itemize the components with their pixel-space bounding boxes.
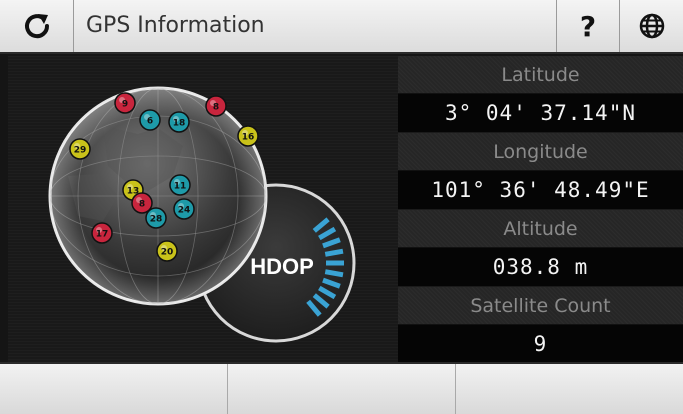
globe-button[interactable] [620, 0, 683, 52]
latitude-label: Latitude [398, 56, 683, 94]
refresh-icon [24, 14, 49, 39]
satellite-id: 20 [161, 248, 174, 258]
satellite-marker: 8 [205, 95, 227, 117]
satellite-id: 24 [178, 206, 191, 216]
satellite-marker: 29 [69, 138, 91, 160]
satellite-count-value: 9 [398, 325, 683, 364]
satellite-marker: 11 [169, 174, 191, 196]
satellite-id: 8 [139, 200, 145, 210]
satellite-id: 8 [213, 103, 219, 113]
hdop-label: HDOP [250, 254, 314, 279]
footer-bar [0, 362, 683, 414]
footer-button-1[interactable] [0, 364, 228, 414]
satellite-sky-view: HDOP 96 188291613 11824281720 [48, 86, 356, 343]
hdop-bar [324, 269, 344, 278]
satellite-marker: 28 [145, 207, 167, 229]
footer-button-2[interactable] [228, 364, 456, 414]
satellite-id: 6 [147, 117, 153, 127]
footer-button-3[interactable] [456, 364, 683, 414]
gps-information-screen: GPS Information ? HDOP 9 6 18 8 29 16 13… [0, 0, 683, 414]
satellite-marker: 6 [139, 109, 161, 131]
hdop-bar [324, 248, 344, 257]
satellite-id: 9 [122, 100, 128, 110]
header-bar: GPS Information ? [0, 0, 683, 54]
page-title: GPS Information [86, 13, 265, 38]
satellite-id: 11 [174, 182, 187, 192]
help-button[interactable]: ? [556, 0, 620, 52]
satellite-id: 16 [242, 133, 255, 143]
refresh-button[interactable] [0, 0, 74, 52]
latitude-value: 3° 04' 37.14"N [398, 94, 683, 133]
satellite-marker: 20 [156, 240, 178, 262]
satellite-view-panel: HDOP 9 6 18 8 29 16 13 11 8 24 28 17 20 [8, 56, 398, 362]
satellite-id: 28 [150, 215, 163, 225]
satellite-marker: 9 [114, 92, 136, 114]
satellite-count-label: Satellite Count [398, 287, 683, 325]
satellite-id: 17 [96, 230, 109, 240]
help-icon: ? [579, 9, 597, 43]
satellite-marker: 16 [237, 125, 259, 147]
altitude-label: Altitude [398, 210, 683, 248]
altitude-value: 038.8 m [398, 248, 683, 287]
satellite-marker: 24 [173, 198, 195, 220]
satellite-marker: 17 [91, 222, 113, 244]
satellite-id: 29 [74, 146, 87, 156]
longitude-value: 101° 36' 48.49"E [398, 171, 683, 210]
satellite-id: 18 [173, 119, 186, 129]
satellite-marker: 18 [168, 111, 190, 133]
longitude-label: Longitude [398, 133, 683, 171]
gps-info-panel: Latitude 3° 04' 37.14"N Longitude 101° 3… [398, 56, 683, 364]
globe-icon [639, 13, 664, 39]
